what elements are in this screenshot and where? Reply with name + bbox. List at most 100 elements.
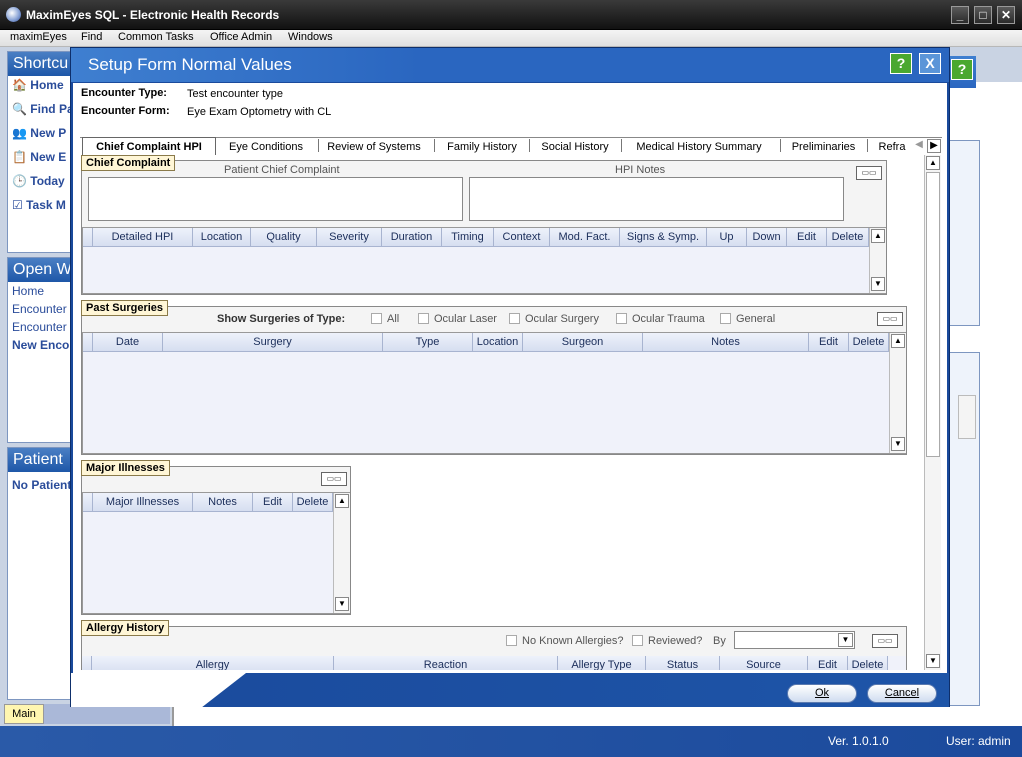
encounter-type-value: Test encounter type bbox=[187, 88, 284, 100]
type-general-checkbox[interactable] bbox=[720, 313, 731, 324]
scroll-down-icon[interactable]: ▼ bbox=[926, 654, 940, 668]
col-surgery-edit[interactable]: Edit bbox=[809, 333, 849, 352]
chevron-down-icon[interactable]: ▼ bbox=[838, 633, 853, 647]
col-location[interactable]: Location bbox=[193, 228, 251, 247]
chief-complaint-grid-icon[interactable]: ▭▭ bbox=[856, 166, 882, 180]
col-surgeon[interactable]: Surgeon bbox=[523, 333, 643, 352]
shortcut-task-manager[interactable]: ☑ Task M bbox=[12, 198, 66, 212]
col-up[interactable]: Up bbox=[707, 228, 747, 247]
illnesses-grid-icon[interactable]: ▭▭ bbox=[321, 472, 347, 486]
col-illness-delete[interactable]: Delete bbox=[293, 493, 333, 512]
col-allergy[interactable]: Allergy bbox=[92, 656, 334, 670]
col-detailed-hpi[interactable]: Detailed HPI bbox=[93, 228, 193, 247]
scroll-up-icon[interactable]: ▲ bbox=[926, 156, 940, 170]
title-bar: MaximEyes SQL - Electronic Health Record… bbox=[0, 0, 1022, 30]
menu-bar: maximEyes Find Common Tasks Office Admin… bbox=[0, 30, 1022, 47]
menu-find[interactable]: Find bbox=[81, 31, 102, 43]
no-known-allergies-checkbox[interactable] bbox=[506, 635, 517, 646]
col-source[interactable]: Source bbox=[720, 656, 808, 670]
col-allergy-edit[interactable]: Edit bbox=[808, 656, 848, 670]
col-major-illnesses[interactable]: Major Illnesses bbox=[93, 493, 193, 512]
type-general-label: General bbox=[736, 313, 776, 325]
col-illness-notes[interactable]: Notes bbox=[193, 493, 253, 512]
menu-office-admin[interactable]: Office Admin bbox=[210, 31, 272, 43]
maximize-button[interactable]: □ bbox=[974, 6, 992, 24]
col-surgery[interactable]: Surgery bbox=[163, 333, 383, 352]
hpi-grid-scrollbar[interactable]: ▲ ▼ bbox=[869, 228, 886, 293]
type-ocular-trauma-label: Ocular Trauma bbox=[632, 313, 705, 325]
main-tab[interactable]: Main bbox=[4, 704, 44, 724]
col-allergy-type[interactable]: Allergy Type bbox=[558, 656, 646, 670]
tab-review-of-systems[interactable]: Review of Systems bbox=[322, 138, 426, 156]
col-surgery-delete[interactable]: Delete bbox=[849, 333, 889, 352]
col-delete[interactable]: Delete bbox=[827, 228, 869, 247]
col-quality[interactable]: Quality bbox=[251, 228, 317, 247]
tab-refraction[interactable]: Refra bbox=[873, 138, 911, 156]
col-date[interactable]: Date bbox=[93, 333, 163, 352]
col-timing[interactable]: Timing bbox=[442, 228, 494, 247]
ok-button[interactable]: Ok bbox=[787, 684, 857, 703]
shortcut-today[interactable]: 🕒 Today bbox=[12, 174, 65, 188]
cancel-button[interactable]: Cancel bbox=[867, 684, 937, 703]
shortcut-new-encounter[interactable]: 📋 New E bbox=[12, 150, 66, 164]
tab-eye-conditions[interactable]: Eye Conditions bbox=[222, 138, 310, 156]
col-notes[interactable]: Notes bbox=[643, 333, 809, 352]
reviewed-by-select[interactable]: ▼ bbox=[734, 631, 855, 649]
type-all-checkbox[interactable] bbox=[371, 313, 382, 324]
tab-social-history[interactable]: Social History bbox=[535, 138, 615, 156]
dialog-close-icon[interactable]: X bbox=[919, 53, 941, 74]
no-patient-text: No Patient bbox=[12, 478, 72, 492]
col-illness-edit[interactable]: Edit bbox=[253, 493, 293, 512]
col-surgery-location[interactable]: Location bbox=[473, 333, 523, 352]
col-severity[interactable]: Severity bbox=[317, 228, 382, 247]
menu-common-tasks[interactable]: Common Tasks bbox=[118, 31, 194, 43]
tab-scroll-right-icon[interactable]: ▶ bbox=[927, 139, 941, 153]
type-ocular-laser-label: Ocular Laser bbox=[434, 313, 497, 325]
type-ocular-trauma-checkbox[interactable] bbox=[616, 313, 627, 324]
type-ocular-surgery-checkbox[interactable] bbox=[509, 313, 520, 324]
workspace-help-icon[interactable]: ? bbox=[951, 59, 973, 80]
close-window-button[interactable]: ✕ bbox=[997, 6, 1015, 24]
col-type[interactable]: Type bbox=[383, 333, 473, 352]
col-status[interactable]: Status bbox=[646, 656, 720, 670]
menu-windows[interactable]: Windows bbox=[288, 31, 333, 43]
hpi-notes-input[interactable] bbox=[469, 177, 844, 221]
encounter-type-label: Encounter Type: bbox=[81, 87, 167, 99]
open-window-encounter[interactable]: Encounter bbox=[12, 302, 67, 316]
tab-scroll-left-icon[interactable]: ◀ bbox=[912, 139, 926, 153]
shortcut-find-patient[interactable]: 🔍 Find Pa bbox=[12, 102, 74, 116]
open-window-home[interactable]: Home bbox=[12, 284, 44, 298]
hpi-grid: Detailed HPI Location Quality Severity D… bbox=[82, 227, 886, 294]
col-edit[interactable]: Edit bbox=[787, 228, 827, 247]
tab-medical-history-summary[interactable]: Medical History Summary bbox=[627, 138, 771, 156]
tab-preliminaries[interactable]: Preliminaries bbox=[785, 138, 862, 156]
open-window-encounter-2[interactable]: Encounter bbox=[12, 320, 67, 334]
allergy-grid-icon[interactable]: ▭▭ bbox=[872, 634, 898, 648]
type-ocular-surgery-label: Ocular Surgery bbox=[525, 313, 599, 325]
col-duration[interactable]: Duration bbox=[382, 228, 442, 247]
workspace-scrollbar[interactable] bbox=[958, 395, 976, 439]
tab-chief-complaint-hpi[interactable]: Chief Complaint HPI bbox=[82, 137, 216, 155]
scroll-thumb[interactable] bbox=[926, 172, 940, 457]
type-ocular-laser-checkbox[interactable] bbox=[418, 313, 429, 324]
tab-family-history[interactable]: Family History bbox=[440, 138, 524, 156]
open-window-new-encounter[interactable]: New Encou bbox=[12, 338, 77, 352]
surgeries-grid-scrollbar[interactable]: ▲ ▼ bbox=[889, 333, 906, 453]
menu-maximeyes[interactable]: maximEyes bbox=[10, 31, 67, 43]
col-allergy-delete[interactable]: Delete bbox=[848, 656, 888, 670]
form-scrollbar[interactable]: ▲ ▼ bbox=[924, 155, 941, 670]
illnesses-grid-scrollbar[interactable]: ▲ ▼ bbox=[333, 493, 350, 613]
patient-chief-complaint-input[interactable] bbox=[88, 177, 463, 221]
help-icon[interactable]: ? bbox=[890, 53, 912, 74]
col-context[interactable]: Context bbox=[494, 228, 550, 247]
reviewed-checkbox[interactable] bbox=[632, 635, 643, 646]
col-signs-symp[interactable]: Signs & Symp. bbox=[620, 228, 707, 247]
col-mod-fact[interactable]: Mod. Fact. bbox=[550, 228, 620, 247]
past-surgeries-label: Past Surgeries bbox=[81, 300, 169, 316]
surgeries-grid-icon[interactable]: ▭▭ bbox=[877, 312, 903, 326]
col-reaction[interactable]: Reaction bbox=[334, 656, 558, 670]
col-down[interactable]: Down bbox=[747, 228, 787, 247]
shortcut-home[interactable]: 🏠 Home bbox=[12, 78, 64, 92]
minimize-button[interactable]: _ bbox=[951, 6, 969, 24]
shortcut-new-patient[interactable]: 👥 New P bbox=[12, 126, 66, 140]
